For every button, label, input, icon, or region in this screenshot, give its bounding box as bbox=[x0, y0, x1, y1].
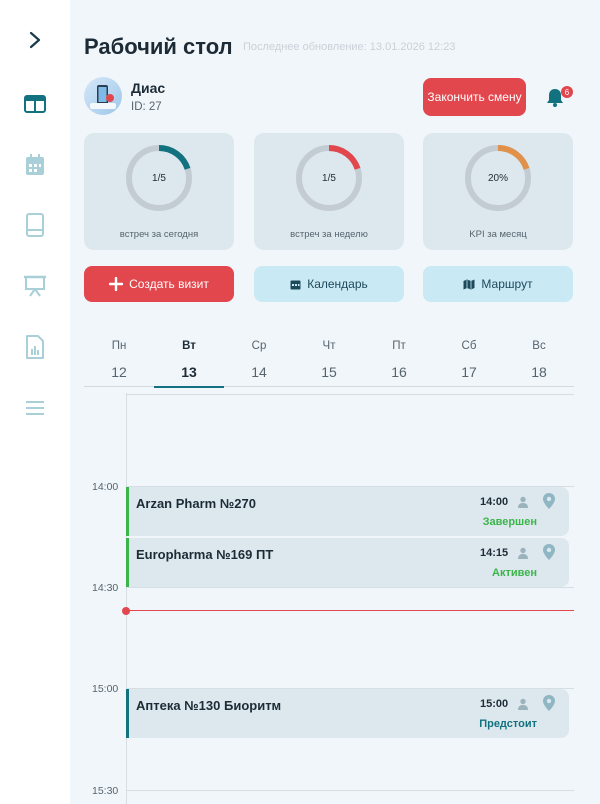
time-label: 15:00 bbox=[92, 683, 119, 695]
route-label: Маршрут bbox=[481, 277, 533, 291]
day-name: Вт bbox=[182, 340, 196, 352]
day-fri[interactable]: Пт 16 bbox=[364, 333, 434, 387]
person-icon bbox=[518, 547, 528, 559]
route-button[interactable]: Маршрут bbox=[423, 266, 573, 302]
sidebar bbox=[0, 0, 70, 804]
location-pin-icon[interactable] bbox=[542, 492, 556, 510]
stat-card-week: 1/5 встреч за неделю bbox=[254, 133, 404, 250]
visit-status: Завершен bbox=[482, 516, 537, 528]
day-number: 14 bbox=[251, 364, 267, 380]
time-label: 14:00 bbox=[92, 481, 119, 493]
stat-card-kpi: 20% KPI за месяц bbox=[423, 133, 573, 250]
day-sat[interactable]: Сб 17 bbox=[434, 333, 504, 387]
day-number: 13 bbox=[181, 364, 197, 380]
stat-value-week: 1/5 bbox=[322, 173, 336, 184]
page-title: Рабочий стол bbox=[84, 34, 233, 59]
person-icon bbox=[518, 496, 528, 508]
last-update-text: Последнее обновление: 13.01.2026 12:23 bbox=[243, 41, 456, 53]
map-icon bbox=[463, 279, 475, 289]
user-name: Диас bbox=[131, 80, 166, 96]
day-number: 12 bbox=[111, 364, 127, 380]
stat-value-today: 1/5 bbox=[152, 173, 166, 184]
day-mon[interactable]: Пн 12 bbox=[84, 333, 154, 387]
week-strip: Пн 12 Вт 13 Ср 14 Чт 15 Пт 16 Сб 17 Вс 1… bbox=[84, 333, 574, 388]
calendar-small-icon bbox=[290, 280, 301, 289]
calendar-button[interactable]: Календарь bbox=[254, 266, 404, 302]
day-name: Чт bbox=[322, 340, 336, 352]
book-icon[interactable] bbox=[18, 208, 52, 242]
chevron-right-icon[interactable] bbox=[18, 23, 52, 57]
day-name: Пт bbox=[392, 340, 406, 352]
day-wed[interactable]: Ср 14 bbox=[224, 333, 294, 387]
visit-name: Arzan Pharm №270 bbox=[136, 496, 256, 511]
visit-time: 14:15 bbox=[480, 547, 509, 559]
day-number: 18 bbox=[531, 364, 547, 380]
user-id: ID: 27 bbox=[131, 101, 162, 113]
visit-status-bar bbox=[126, 487, 129, 536]
stat-value-kpi: 20% bbox=[487, 173, 508, 184]
presentation-icon[interactable] bbox=[18, 269, 52, 303]
report-icon[interactable] bbox=[18, 330, 52, 364]
visit-status-bar bbox=[126, 538, 129, 587]
current-time-line bbox=[124, 610, 574, 611]
create-visit-label: Создать визит bbox=[129, 277, 209, 291]
calendar-label: Календарь bbox=[307, 277, 368, 291]
day-number: 17 bbox=[461, 364, 477, 380]
visit-card[interactable]: Arzan Pharm №270 14:00 Завершен bbox=[126, 487, 569, 536]
timeline-gridline bbox=[126, 394, 574, 395]
create-visit-button[interactable]: Создать визит bbox=[84, 266, 234, 302]
day-number: 15 bbox=[321, 364, 337, 380]
day-timeline: 14:00 14:30 15:00 15:30 Arzan Pharm №270… bbox=[84, 393, 574, 804]
stat-label-kpi: KPI за месяц bbox=[469, 229, 527, 240]
location-pin-icon[interactable] bbox=[542, 694, 556, 712]
visit-name: Аптека №130 Биоритм bbox=[136, 698, 282, 713]
time-label: 14:30 bbox=[92, 582, 119, 594]
timeline-axis bbox=[126, 393, 127, 804]
visit-card[interactable]: Аптека №130 Биоритм 15:00 Предстоит bbox=[126, 689, 569, 738]
visit-status-bar bbox=[126, 689, 129, 738]
main-content: Рабочий стол Последнее обновление: 13.01… bbox=[70, 0, 600, 804]
day-name: Сб bbox=[461, 340, 477, 352]
timeline-gridline bbox=[126, 790, 574, 791]
timeline-gridline bbox=[126, 587, 574, 588]
stat-label-today: встреч за сегодня bbox=[119, 229, 199, 240]
visit-time: 15:00 bbox=[480, 698, 509, 710]
end-shift-button[interactable]: Закончить смену bbox=[423, 78, 526, 116]
visit-name: Europharma №169 ПТ bbox=[136, 547, 274, 562]
visit-card[interactable]: Europharma №169 ПТ 14:15 Активен bbox=[126, 538, 569, 587]
avatar[interactable] bbox=[84, 77, 122, 115]
current-time-dot bbox=[122, 607, 130, 615]
day-name: Пн bbox=[111, 340, 127, 352]
visit-status: Активен bbox=[492, 567, 537, 579]
visit-time: 14:00 bbox=[480, 496, 509, 508]
stat-label-week: встреч за неделю bbox=[290, 229, 368, 240]
day-name: Ср bbox=[251, 340, 267, 352]
calendar-icon[interactable] bbox=[18, 148, 52, 182]
person-icon bbox=[518, 698, 528, 710]
visit-status: Предстоит bbox=[479, 718, 537, 730]
notification-badge: 6 bbox=[561, 86, 573, 98]
day-tue[interactable]: Вт 13 bbox=[154, 333, 224, 388]
plus-icon bbox=[109, 277, 124, 291]
day-sun[interactable]: Вс 18 bbox=[504, 333, 574, 387]
menu-icon[interactable] bbox=[18, 391, 52, 425]
dashboard-icon[interactable] bbox=[18, 87, 52, 121]
location-pin-icon[interactable] bbox=[542, 543, 556, 561]
day-name: Вс bbox=[532, 340, 546, 352]
day-thu[interactable]: Чт 15 bbox=[294, 333, 364, 387]
stat-card-today: 1/5 встреч за сегодня bbox=[84, 133, 234, 250]
time-label: 15:30 bbox=[92, 785, 119, 797]
day-number: 16 bbox=[391, 364, 407, 380]
